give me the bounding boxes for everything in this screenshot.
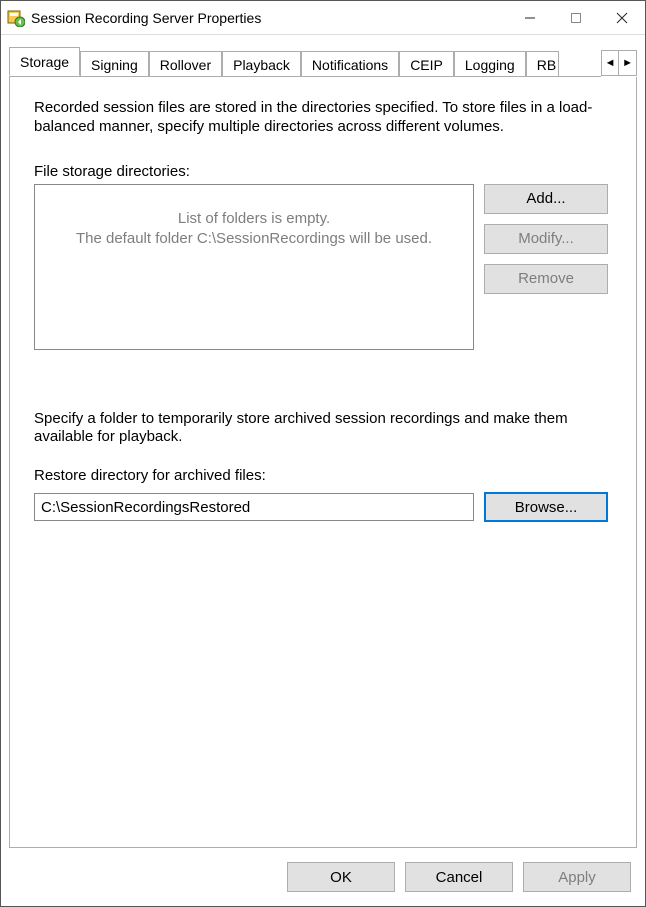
remove-button: Remove [484,264,608,294]
restore-dir-input[interactable] [34,493,474,521]
button-label: Cancel [436,869,483,886]
tab-playback[interactable]: Playback [222,51,301,77]
restore-dir-label: Restore directory for archived files: [34,467,612,484]
ok-button[interactable]: OK [287,862,395,892]
app-icon [7,9,25,27]
tab-scroll-left[interactable]: ◄ [601,50,619,76]
tab-scroll-right[interactable]: ► [619,50,637,76]
tab-signing[interactable]: Signing [80,51,149,77]
tab-scroll-buttons: ◄ ► [601,50,637,77]
button-label: Apply [558,869,596,886]
maximize-button[interactable] [553,2,599,34]
add-button[interactable]: Add... [484,184,608,214]
tabstrip-area: Storage Signing Rollover Playback Notifi… [1,35,645,77]
tab-label: Notifications [312,57,388,73]
dialog-footer: OK Cancel Apply [1,848,645,906]
close-button[interactable] [599,2,645,34]
apply-button: Apply [523,862,631,892]
tab-label: Logging [465,57,515,73]
tab-label: Storage [20,54,69,70]
cancel-button[interactable]: Cancel [405,862,513,892]
button-label: Add... [526,190,565,207]
dialog-window: Session Recording Server Properties Stor… [0,0,646,907]
tab-label: Rollover [160,57,211,73]
button-label: OK [330,869,352,886]
button-label: Browse... [515,499,578,516]
tab-overflow[interactable]: RB [526,51,559,77]
triangle-left-icon: ◄ [605,57,616,69]
file-storage-listbox[interactable]: List of folders is empty. The default fo… [34,184,474,350]
browse-button[interactable]: Browse... [484,492,608,522]
restore-description: Specify a folder to temporarily store ar… [34,410,612,448]
file-storage-label: File storage directories: [34,163,612,180]
button-label: Modify... [518,230,574,247]
empty-line-2: The default folder C:\SessionRecordings … [76,229,432,249]
tab-notifications[interactable]: Notifications [301,51,399,77]
empty-line-1: List of folders is empty. [76,209,432,229]
tab-panel-storage: Recorded session files are stored in the… [9,77,637,848]
tab-label: RB [537,57,556,73]
tab-label: Playback [233,57,290,73]
tab-label: CEIP [410,57,443,73]
listbox-empty-message: List of folders is empty. The default fo… [76,209,432,250]
tabstrip: Storage Signing Rollover Playback Notifi… [9,47,637,77]
tabs: Storage Signing Rollover Playback Notifi… [9,47,601,77]
storage-description: Recorded session files are stored in the… [34,99,612,137]
listbox-buttons: Add... Modify... Remove [484,184,608,294]
tab-label: Signing [91,57,138,73]
tab-logging[interactable]: Logging [454,51,526,77]
minimize-button[interactable] [507,2,553,34]
tab-rollover[interactable]: Rollover [149,51,222,77]
tab-ceip[interactable]: CEIP [399,51,454,77]
window-title: Session Recording Server Properties [31,10,261,26]
button-label: Remove [518,270,574,287]
modify-button: Modify... [484,224,608,254]
titlebar: Session Recording Server Properties [1,1,645,35]
tab-storage[interactable]: Storage [9,47,80,76]
triangle-right-icon: ► [622,57,633,69]
